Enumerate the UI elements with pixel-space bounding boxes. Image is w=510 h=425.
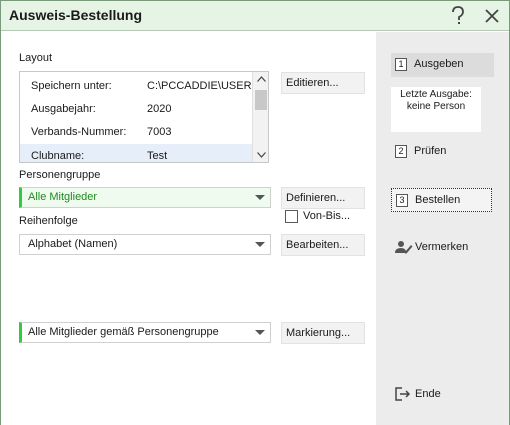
markierung-button[interactable]: Markierung... (281, 322, 365, 344)
markierung-value: Alle Mitglieder gemäß Personengruppe (28, 326, 219, 338)
vermerken-label: Vermerken (415, 241, 469, 253)
pruefen-button[interactable]: 2 Prüfen (391, 140, 491, 164)
list-item[interactable]: Speichern unter: C:\PCCADDIE\USER_ (20, 74, 252, 98)
window-title: Ausweis-Bestellung (9, 7, 143, 23)
chevron-down-icon (255, 330, 265, 335)
ausgeben-button[interactable]: 1 Ausgeben (391, 53, 494, 77)
list-item-key: Clubname: (31, 150, 85, 162)
ende-button[interactable]: Ende (391, 383, 471, 405)
ende-label: Ende (415, 388, 441, 400)
bestellen-label: Bestellen (415, 194, 461, 206)
exit-icon (395, 387, 411, 409)
dialog-window: Ausweis-Bestellung Layout Speichern unte… (0, 0, 510, 425)
list-item-value: C:\PCCADDIE\USER_ (147, 80, 251, 92)
personengruppe-label: Personengruppe (19, 169, 101, 181)
list-item-value: 2020 (147, 103, 172, 115)
last-output-info: Letzte Ausgabe: keine Person (391, 87, 481, 132)
close-button[interactable] (480, 4, 504, 28)
vermerken-button[interactable]: Vermerken (391, 236, 491, 258)
scroll-down-icon[interactable] (253, 148, 268, 162)
checkbox-box[interactable] (285, 210, 298, 223)
scrollbar-thumb[interactable] (255, 90, 267, 110)
pruefen-label: Prüfen (414, 145, 447, 157)
close-icon (485, 9, 499, 23)
title-bar: Ausweis-Bestellung (1, 1, 509, 31)
list-item-value: 7003 (147, 126, 172, 138)
layout-listbox[interactable]: Speichern unter: C:\PCCADDIE\USER_ Ausga… (19, 71, 269, 163)
reihenfolge-value: Alphabet (Namen) (28, 238, 118, 250)
personengruppe-value: Alle Mitglieder (28, 191, 98, 203)
chevron-down-icon (255, 195, 265, 200)
reihenfolge-label: Reihenfolge (19, 215, 78, 227)
list-item-key: Ausgabejahr: (31, 103, 96, 115)
info-line-2: keine Person (406, 101, 466, 112)
list-item[interactable]: Verbands-Nummer: 7003 (20, 120, 252, 144)
list-item-value: Test (147, 150, 168, 162)
help-icon (452, 6, 464, 24)
list-item-selected[interactable]: Clubname: Test (20, 144, 252, 162)
bearbeiten-button[interactable]: Bearbeiten... (281, 234, 365, 256)
layout-label: Layout (19, 52, 53, 64)
step-number: 1 (395, 58, 407, 71)
list-item[interactable]: Ausgabejahr: 2020 (20, 97, 252, 121)
personengruppe-select[interactable]: Alle Mitglieder (19, 187, 271, 208)
reihenfolge-select[interactable]: Alphabet (Namen) (19, 234, 271, 255)
chevron-down-icon (255, 242, 265, 247)
step-number: 3 (396, 194, 408, 207)
user-edit-icon (395, 240, 413, 262)
step-number: 2 (395, 145, 407, 158)
edit-layout-button[interactable]: Editieren... (281, 72, 365, 94)
define-button[interactable]: Definieren... (281, 187, 365, 209)
listbox-scrollbar[interactable] (252, 72, 268, 162)
help-button[interactable] (446, 4, 470, 28)
list-item-key: Speichern unter: (31, 80, 112, 92)
list-item-key: Verbands-Nummer: (31, 126, 127, 138)
von-bis-label: Von-Bis... (303, 210, 351, 222)
ausgeben-label: Ausgeben (414, 58, 464, 70)
bestellen-button[interactable]: 3 Bestellen (391, 188, 492, 212)
scroll-up-icon[interactable] (253, 72, 268, 86)
info-line-1: Letzte Ausgabe: (400, 89, 472, 100)
markierung-select[interactable]: Alle Mitglieder gemäß Personengruppe (19, 322, 271, 343)
